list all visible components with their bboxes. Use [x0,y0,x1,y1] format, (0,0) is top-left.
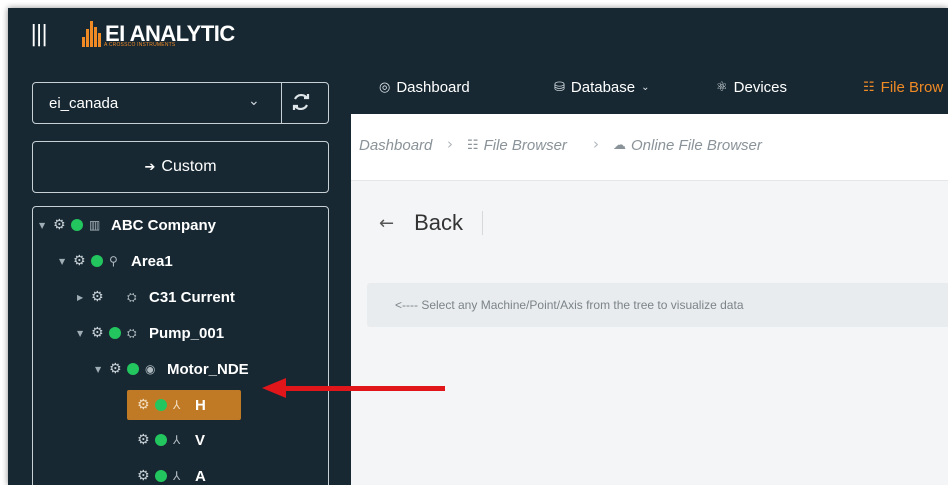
gear-icon[interactable]: ⚙ [137,397,155,413]
main-content: ◎ Dashboard ⛁ Database ⌄ ⚛ Devices ☷ Fil… [351,60,948,485]
status-online-dot [71,219,83,231]
expand-toggle-icon[interactable]: ▼ [77,329,91,338]
asset-tree: ▼ ⚙ ▥ ABC Company ▼ ⚙ ⚲ Area1 ▶ ⚙ ⛭ C31 … [32,206,329,485]
status-online-dot [155,470,167,482]
refresh-icon[interactable] [289,90,313,114]
gear-icon[interactable]: ⚙ [109,361,127,377]
nav-label: Database [570,79,636,96]
breadcrumb-separator-icon: › [447,135,453,153]
tree-item-label: ABC Company [111,216,217,234]
tree-item-v[interactable]: ⚙ ⅄ V [137,426,205,454]
axis-icon: ⅄ [173,433,181,447]
back-label: Back [414,210,464,235]
select-divider [281,83,282,123]
nav-bar: ◎ Dashboard ⛁ Database ⌄ ⚛ Devices ☷ Fil… [351,60,948,114]
divider [482,211,483,235]
nav-database[interactable]: ⛁ Database ⌄ [554,79,650,96]
chevron-down-icon[interactable]: ⌄ [248,93,260,109]
status-online-dot [109,327,121,339]
gear-icon[interactable]: ⚙ [73,253,91,269]
tree-item-label: C31 Current [149,288,235,306]
tree-item-pump-001[interactable]: ▼ ⚙ ⛭ Pump_001 [77,319,224,347]
gear-icon[interactable]: ⚙ [137,432,155,448]
tree-item-abc-company[interactable]: ▼ ⚙ ▥ ABC Company [39,211,216,239]
tree-item-label: A [195,467,206,485]
breadcrumb-item-file-browser[interactable]: ☷ File Browser [467,137,567,154]
logo: EI ANALYTIC [82,14,235,54]
tree-item-label: Pump_001 [149,324,225,342]
nav-label: File Brow [880,79,944,96]
gear-icon[interactable]: ⚙ [53,217,71,233]
tree-item-label: Motor_NDE [167,360,249,378]
database-icon: ⛁ [554,80,565,95]
sensor-point-icon: ◉ [145,362,156,376]
breadcrumb-item-online-file-browser: ☁ Online File Browser [613,137,762,154]
nav-devices[interactable]: ⚛ Devices [716,79,787,96]
annotation-arrow-line [283,386,445,391]
nav-dashboard[interactable]: ◎ Dashboard [379,79,470,96]
tree-item-h[interactable]: ⚙ ⅄ H [127,390,241,420]
account-select[interactable]: ei_canada ⌄ [32,82,329,124]
building-icon: ▥ [89,218,101,232]
machine-icon: ⛭ [127,325,137,340]
file-browser-icon: ☷ [863,80,875,95]
gear-icon[interactable]: ⚙ [137,468,155,484]
tree-item-label: V [195,431,206,449]
expand-toggle-icon[interactable]: ▶ [77,293,91,302]
breadcrumb-item-dashboard[interactable]: Dashboard [359,137,432,154]
tree-item-label: Area1 [131,252,173,270]
location-pin-icon: ⚲ [109,254,118,268]
status-online-dot [127,363,139,375]
nav-label: Devices [733,79,788,96]
status-online-dot [155,434,167,446]
tree-item-area1[interactable]: ▼ ⚙ ⚲ Area1 [59,247,173,275]
breadcrumb-label: Online File Browser [631,137,762,154]
status-online-dot [155,399,167,411]
sidebar: ei_canada ⌄ ➔ Custom ▼ ⚙ ▥ ABC Company ▼… [8,60,351,485]
devices-icon: ⚛ [716,80,728,95]
back-button[interactable]: ← Back [379,210,463,236]
cloud-icon: ☁ [613,138,626,153]
info-message: <---- Select any Machine/Point/Axis from… [395,298,744,312]
logo-subtext: A CROSSCO INSTRUMENTS [104,42,176,48]
tree-item-label: H [195,396,206,414]
status-online-dot [91,255,103,267]
hamburger-menu-icon[interactable]: ||| [30,22,48,47]
axis-icon: ⅄ [173,469,181,483]
custom-button-label: Custom [161,158,217,175]
breadcrumb-label: Dashboard [359,137,433,154]
expand-toggle-icon[interactable]: ▼ [59,257,73,266]
dashboard-icon: ◎ [379,80,391,95]
arrow-left-icon: ← [379,212,395,234]
breadcrumb-label: File Browser [483,137,567,154]
expand-toggle-icon[interactable]: ▼ [39,221,53,230]
tree-item-motor-nde[interactable]: ▼ ⚙ ◉ Motor_NDE [95,355,249,383]
breadcrumb-separator-icon: › [593,135,599,153]
expand-toggle-icon[interactable]: ▼ [95,365,109,374]
top-bar: ||| EI ANALYTIC A CROSSCO INSTRUMENTS [8,8,948,60]
machine-icon: ⛭ [127,289,137,304]
axis-icon: ⅄ [173,398,181,412]
tree-item-a[interactable]: ⚙ ⅄ A [137,462,206,485]
account-select-value: ei_canada [49,95,119,112]
custom-button[interactable]: ➔ Custom [32,141,329,193]
file-browser-icon: ☷ [467,138,479,153]
app-window: ||| EI ANALYTIC A CROSSCO INSTRUMENTS ei… [8,8,948,485]
chevron-down-icon: ⌄ [641,82,650,93]
logo-bars-icon [82,21,101,47]
nav-label: Dashboard [396,79,470,96]
tree-item-c31-current[interactable]: ▶ ⚙ ⛭ C31 Current [77,283,235,311]
nav-file-browser[interactable]: ☷ File Brow [863,79,943,96]
breadcrumb: Dashboard › ☷ File Browser › ☁ Online Fi… [351,114,948,181]
gear-icon[interactable]: ⚙ [91,325,109,341]
arrow-right-icon: ➔ [144,159,156,175]
gear-icon[interactable]: ⚙ [91,289,109,305]
